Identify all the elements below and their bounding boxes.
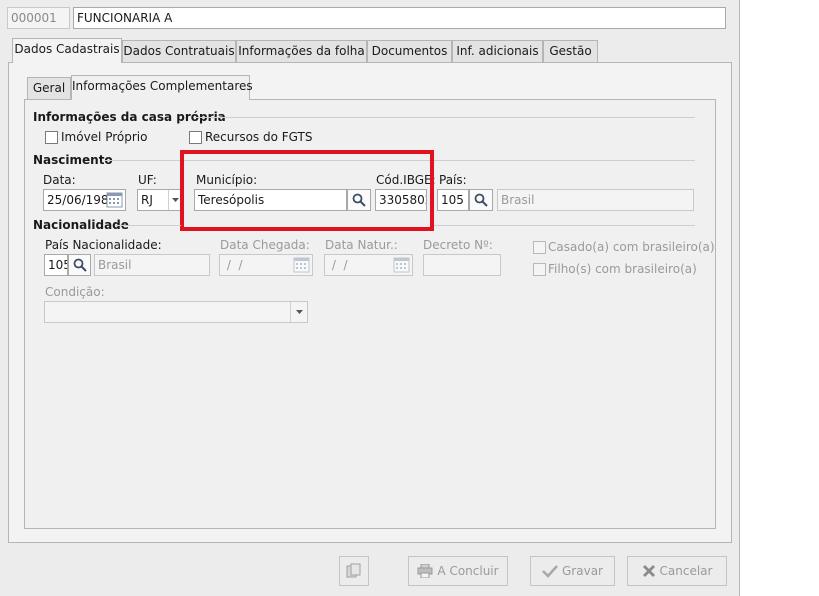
a-concluir-label: A Concluir (437, 564, 499, 578)
filho-brasileiro-label: Filho(s) com brasileiro(a) (548, 262, 697, 276)
subtab-geral[interactable]: Geral (27, 77, 71, 100)
imovel-proprio-checkbox[interactable] (45, 131, 58, 144)
subtab-geral-label: Geral (32, 81, 66, 95)
tab-inf-adicionais-label: Inf. adicionais (456, 44, 539, 58)
filho-brasileiro-checkbox (533, 263, 546, 276)
copy-button[interactable] (339, 556, 369, 586)
pais-nacionalidade-code-value: 105 (48, 258, 67, 272)
tab-informacoes-da-folha-label: Informações da folha (238, 44, 365, 58)
uf-label: UF: (138, 173, 157, 187)
tab-gestao[interactable]: Gestão (543, 40, 598, 63)
casado-brasileiro-checkbox (533, 241, 546, 254)
tab-gestao-label: Gestão (549, 44, 592, 58)
pais-nascimento-code-field[interactable]: 105 (437, 189, 469, 211)
data-natur-label: Data Natur.: (325, 238, 398, 252)
decreto-label: Decreto Nº: (423, 238, 493, 252)
tab-informacoes-da-folha[interactable]: Informações da folha (236, 40, 367, 63)
nacionalidade-divider-right (434, 225, 695, 226)
data-natur-value: / / (328, 258, 348, 272)
recursos-fgts-label: Recursos do FGTS (205, 130, 313, 144)
decreto-field (423, 254, 501, 276)
uf-value: RJ (141, 193, 153, 207)
gravar-label: Gravar (562, 564, 603, 578)
close-icon (642, 565, 655, 577)
pais-nascimento-name-field: Brasil (497, 189, 694, 211)
pais-nascimento-search-button[interactable] (469, 189, 493, 211)
cancelar-button[interactable]: Cancelar (627, 556, 727, 586)
pais-nascimento-label: País: (439, 173, 467, 187)
condicao-dropdown-arrow-icon (290, 302, 307, 322)
data-chegada-label: Data Chegada: (220, 238, 310, 252)
imovel-proprio-label: Imóvel Próprio (61, 130, 148, 144)
search-icon (73, 258, 87, 272)
data-chegada-value: / / (223, 258, 243, 272)
subtab-informacoes-complementares[interactable]: Informações Complementares (71, 75, 253, 100)
tab-inf-adicionais[interactable]: Inf. adicionais (452, 40, 543, 63)
data-nascimento-label: Data: (43, 173, 76, 187)
pais-nascimento-name-value: Brasil (501, 193, 535, 207)
nascimento-title: Nascimento (33, 153, 113, 167)
casa-propria-divider (195, 117, 695, 118)
recursos-fgts-checkbox[interactable] (189, 131, 202, 144)
nacionalidade-divider (115, 225, 181, 226)
pais-nacionalidade-name-value: Brasil (98, 258, 132, 272)
copy-icon (346, 563, 361, 578)
tab-dados-contratuais[interactable]: Dados Contratuais (122, 40, 236, 63)
condicao-label: Condição: (45, 285, 105, 299)
pais-nascimento-code-value: 105 (441, 193, 464, 207)
tab-dados-contratuais-label: Dados Contratuais (123, 44, 235, 58)
calendar-icon (393, 257, 410, 273)
tab-dados-cadastrais-label: Dados Cadastrais (14, 42, 120, 56)
tab-dados-cadastrais[interactable]: Dados Cadastrais (12, 38, 122, 63)
pais-nacionalidade-search-button[interactable] (68, 254, 91, 276)
calendar-icon[interactable] (106, 192, 123, 208)
highlight-box (180, 150, 434, 231)
tab-documentos-label: Documentos (371, 44, 448, 58)
printer-icon (417, 564, 433, 578)
pais-nacionalidade-code-field[interactable]: 105 (44, 254, 68, 276)
employee-name-field[interactable]: FUNCIONARIA A (73, 7, 726, 29)
calendar-icon (293, 257, 310, 273)
search-icon (474, 193, 488, 207)
gravar-button[interactable]: Gravar (530, 556, 615, 586)
pais-nacionalidade-name-field: Brasil (94, 254, 210, 276)
tab-documentos[interactable]: Documentos (367, 40, 452, 63)
cancelar-label: Cancelar (659, 564, 713, 578)
pais-nacionalidade-label: País Nacionalidade: (45, 238, 162, 252)
subtab-informacoes-complementares-label: Informações Complementares (72, 79, 253, 93)
employee-code-field: 000001 (7, 7, 70, 29)
casado-brasileiro-label: Casado(a) com brasileiro(a) (548, 240, 715, 254)
condicao-select (44, 301, 308, 323)
check-icon (542, 565, 558, 578)
a-concluir-button[interactable]: A Concluir (408, 556, 508, 586)
